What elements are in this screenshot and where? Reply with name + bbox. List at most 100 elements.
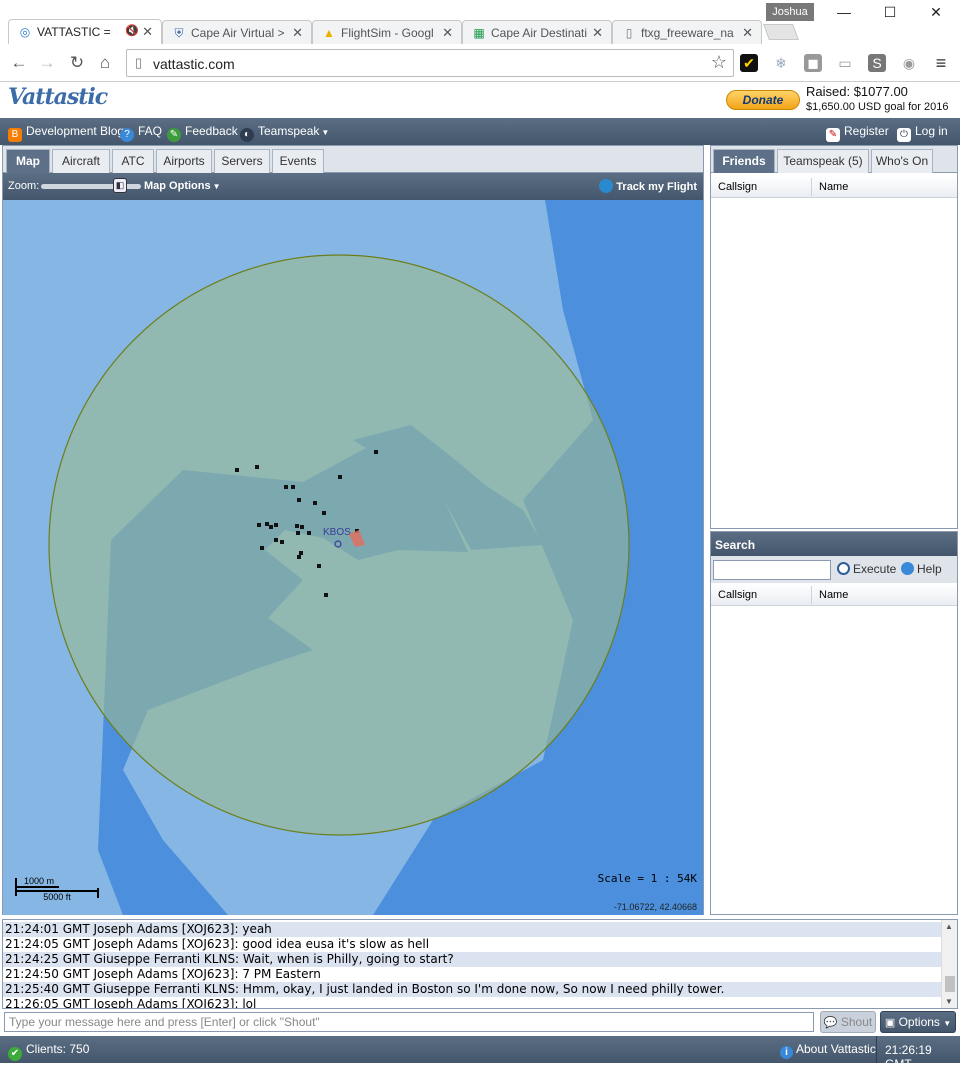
aircraft-marker[interactable] (297, 498, 301, 502)
column-callsign[interactable]: Callsign (718, 589, 757, 601)
mute-icon[interactable]: 🔇 (125, 24, 139, 37)
bookmark-star-icon[interactable]: ☆ (711, 52, 727, 73)
aircraft-marker[interactable] (300, 525, 304, 529)
tab-aircraft[interactable]: Aircraft (52, 149, 110, 173)
aircraft-marker[interactable] (317, 564, 321, 568)
side-panel-tabs: Friends Teamspeak (5) Who's On (711, 146, 957, 173)
close-tab-icon[interactable]: ✕ (142, 24, 153, 40)
aircraft-marker[interactable] (257, 523, 261, 527)
aircraft-marker[interactable] (269, 525, 273, 529)
aircraft-marker[interactable] (374, 450, 378, 454)
donate-button[interactable]: Donate (726, 90, 800, 110)
aircraft-marker[interactable] (284, 485, 288, 489)
close-tab-icon[interactable]: ✕ (592, 25, 603, 41)
aircraft-marker[interactable] (260, 546, 264, 550)
extension-snowflake-icon[interactable]: ❄ (772, 54, 790, 72)
scroll-up-icon[interactable]: ▲ (945, 922, 953, 931)
tab-teamspeak[interactable]: Teamspeak (5) (777, 149, 869, 173)
close-window-icon[interactable]: ✕ (916, 4, 956, 24)
aircraft-marker[interactable] (235, 468, 239, 472)
map-canvas[interactable]: KBOS 1000 m 5000 ft Scale = 1 : 54K -71.… (3, 200, 703, 915)
execute-button[interactable]: Execute (837, 562, 896, 576)
address-bar[interactable]: ▯ vattastic.com ☆ (126, 49, 734, 77)
aircraft-marker[interactable] (255, 465, 259, 469)
home-icon[interactable]: ⌂ (94, 52, 116, 74)
scale-ratio: Scale = 1 : 54K (597, 872, 697, 885)
aircraft-marker[interactable] (322, 511, 326, 515)
aircraft-marker[interactable] (296, 531, 300, 535)
map-svg[interactable]: KBOS (3, 200, 703, 915)
extension-norton-icon[interactable]: ✔ (740, 54, 758, 72)
browser-tab-cape-air-destinations[interactable]: ▦ Cape Air Destinati ✕ (462, 20, 612, 45)
browser-tab-cape-air[interactable]: ⛨ Cape Air Virtual > ✕ (162, 20, 312, 45)
tab-friends[interactable]: Friends (713, 149, 775, 173)
profile-button[interactable]: Joshua (766, 3, 814, 21)
column-name[interactable]: Name (819, 589, 848, 601)
aircraft-marker[interactable] (297, 555, 301, 559)
maximize-icon[interactable]: ☐ (870, 4, 910, 24)
back-arrow-icon[interactable]: ← (8, 52, 30, 74)
menu-development-blog[interactable]: B Development Blog (8, 124, 124, 142)
tab-servers[interactable]: Servers (214, 149, 270, 173)
tab-map[interactable]: Map (6, 149, 50, 173)
shout-button[interactable]: 💬 Shout (820, 1011, 876, 1033)
aircraft-marker[interactable] (265, 522, 269, 526)
extension-s-icon[interactable]: S (868, 54, 886, 72)
execute-label: Execute (853, 562, 897, 576)
search-input[interactable] (713, 560, 831, 580)
forward-arrow-icon[interactable]: → (36, 52, 58, 74)
cape-air-favicon: ⛨ (174, 26, 184, 40)
status-bar: ✔ Clients: 750 i About Vattastic 21:26:19 … (0, 1036, 960, 1071)
aircraft-marker[interactable] (313, 501, 317, 505)
close-tab-icon[interactable]: ✕ (442, 25, 453, 41)
chat-scrollbar[interactable]: ▲ ▼ (941, 920, 957, 1008)
menu-hamburger-icon[interactable]: ≡ (932, 54, 950, 72)
minimize-icon[interactable]: — (824, 4, 864, 24)
browser-tab-ftxg[interactable]: ▯ ftxg_freeware_na ✕ (612, 20, 762, 45)
document-favicon: ▯ (625, 26, 633, 40)
reload-icon[interactable]: ↻ (66, 52, 88, 74)
track-my-flight-button[interactable]: Track my Flight (599, 179, 697, 193)
menu-faq[interactable]: ? FAQ (120, 124, 162, 142)
chat-message-input[interactable]: Type your message here and press [Enter]… (4, 1012, 814, 1032)
chat-options-button[interactable]: ▣ Options ▼ (880, 1011, 956, 1033)
column-callsign[interactable]: Callsign (718, 181, 757, 193)
scroll-down-icon[interactable]: ▼ (945, 997, 953, 1006)
tab-events[interactable]: Events (272, 149, 324, 173)
menu-feedback[interactable]: ✎ Feedback (167, 124, 238, 142)
menu-login[interactable]: ⏻ Log in (897, 124, 948, 142)
teamspeak-icon: ◐ (240, 128, 254, 142)
aircraft-marker[interactable] (291, 485, 295, 489)
extension-cast-icon[interactable]: ▭ (836, 54, 854, 72)
scroll-thumb[interactable] (945, 976, 955, 992)
browser-tab-vattastic[interactable]: ◎ VATTASTIC = 🔇 ✕ (8, 19, 162, 45)
menu-label: Log in (915, 124, 948, 138)
close-tab-icon[interactable]: ✕ (292, 25, 303, 41)
aircraft-marker[interactable] (274, 523, 278, 527)
tab-airports[interactable]: Airports (156, 149, 212, 173)
menu-register[interactable]: ✎ Register (826, 124, 889, 142)
browser-tab-flightsim[interactable]: ▲ FlightSim - Googl ✕ (312, 20, 462, 45)
extension-circle-icon[interactable]: ◉ (900, 54, 918, 72)
aircraft-marker[interactable] (338, 475, 342, 479)
map-options-button[interactable]: Map Options ▼ (144, 180, 221, 192)
help-button[interactable]: Help (901, 562, 942, 576)
menu-teamspeak[interactable]: ◐ Teamspeak ▼ (240, 124, 329, 142)
vattastic-logo[interactable]: Vattastic (8, 84, 108, 110)
close-tab-icon[interactable]: ✕ (742, 25, 753, 41)
aircraft-marker[interactable] (274, 538, 278, 542)
dropdown-arrow-icon: ▼ (943, 1019, 952, 1028)
aircraft-marker[interactable] (299, 551, 303, 555)
info-icon: i (780, 1046, 793, 1059)
aircraft-marker[interactable] (295, 524, 299, 528)
new-tab-button[interactable] (763, 24, 799, 40)
about-link[interactable]: i About Vattastic (780, 1042, 876, 1059)
tab-atc[interactable]: ATC (112, 149, 154, 173)
zoom-slider-handle[interactable]: ◧ (113, 178, 127, 193)
extension-pocket-icon[interactable]: ◼ (804, 54, 822, 72)
tab-whos-on[interactable]: Who's On (871, 149, 933, 173)
aircraft-marker[interactable] (307, 531, 311, 535)
aircraft-marker[interactable] (324, 593, 328, 597)
aircraft-marker[interactable] (280, 540, 284, 544)
column-name[interactable]: Name (819, 181, 848, 193)
